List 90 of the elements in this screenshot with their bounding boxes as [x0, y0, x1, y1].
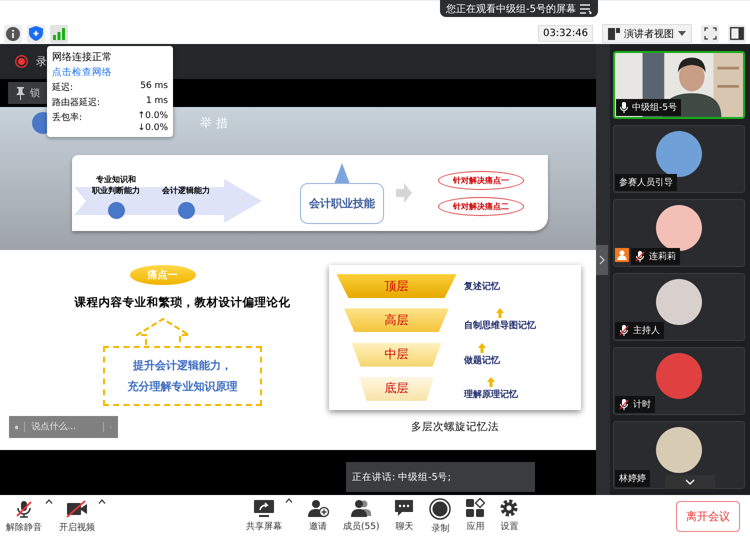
- toolbar-button[interactable]: 应用: [465, 498, 486, 532]
- caret-up-icon[interactable]: [98, 498, 106, 504]
- screen-share-icon: [252, 498, 276, 518]
- toolbar-button[interactable]: 设置: [499, 498, 520, 532]
- sidebar-toggle-button[interactable]: [728, 24, 746, 42]
- skill-box: 会计职业技能: [300, 182, 384, 224]
- avatar: [656, 131, 702, 177]
- participant-name: 林婷婷: [615, 470, 650, 487]
- microphone-muted-icon: [14, 498, 34, 518]
- avatar: [656, 427, 702, 473]
- caret-icon: [678, 31, 686, 36]
- info-button[interactable]: [4, 24, 22, 42]
- record-icon: [15, 55, 28, 68]
- statement-text: 课程内容专业和繁琐，教材设计偏理论化: [73, 295, 290, 310]
- participant-tile[interactable]: 计时: [613, 347, 745, 415]
- pyramid-layer: 底层: [359, 376, 434, 401]
- figure-caption: 多层次螺旋记忆法: [411, 420, 499, 434]
- fullscreen-button[interactable]: [701, 24, 719, 42]
- add-person-icon: [307, 498, 329, 518]
- stat-value: ↓0.0%: [138, 123, 168, 133]
- measure-text: 提升会计逻辑能力，: [133, 358, 232, 373]
- lock-button[interactable]: 锁: [8, 82, 48, 104]
- leave-meeting-button[interactable]: 离开会议: [676, 500, 740, 532]
- avatar: [656, 279, 702, 325]
- slide-title: 举 措: [200, 114, 228, 132]
- chevron-down-icon: [685, 479, 695, 485]
- measure-text: 充分理解专业知识原理: [128, 379, 238, 394]
- participant-name: 连莉莉: [631, 248, 680, 265]
- arrow-up-icon: [487, 376, 495, 387]
- caret-up-icon[interactable]: [285, 498, 293, 502]
- memory-note: 做题记忆: [464, 354, 500, 367]
- avatar: [656, 205, 702, 251]
- arrow-up-icon: [478, 342, 486, 353]
- network-status: 网络连接正常: [52, 50, 113, 64]
- stat-label: 丢包率:: [52, 112, 82, 125]
- result-oval: 针对解决痛点一: [438, 170, 524, 190]
- toolbar-button[interactable]: 成员(55): [343, 498, 380, 532]
- settings-icon: [499, 498, 520, 518]
- participant-tile[interactable]: 参赛人员引导: [613, 125, 745, 193]
- speaking-text: 正在讲话: 中级组-5号;: [352, 470, 451, 484]
- pyramid-layer: 高层: [344, 308, 449, 332]
- stat-label: 延迟:: [52, 82, 74, 94]
- arrow-up-icon: [496, 308, 504, 318]
- step-label: 专业知识和 职业判断能力: [92, 174, 140, 196]
- check-network-link[interactable]: 点击检查网络: [52, 66, 168, 79]
- caret-up-icon[interactable]: [45, 498, 53, 504]
- memory-note: 自制思维导图记忆: [464, 319, 536, 332]
- toolbar-button[interactable]: 开启视频: [59, 498, 95, 534]
- pyramid-layer: 顶层: [336, 274, 456, 298]
- stat-value: 1 ms: [146, 96, 168, 106]
- memory-note: 复述记忆: [464, 280, 500, 293]
- participant-name: 参赛人员引导: [615, 174, 677, 191]
- arrow-right-icon: [396, 183, 412, 203]
- pain-point-badge: 痛点一: [130, 265, 196, 285]
- participant-tile[interactable]: 中级组-5号: [613, 51, 745, 119]
- chat-icon: [393, 498, 416, 518]
- pin-icon: [16, 86, 25, 100]
- layout-icon: [608, 28, 620, 40]
- memory-note: 理解原理记忆: [464, 388, 518, 401]
- record-icon: [429, 498, 452, 520]
- apps-icon: [465, 498, 486, 518]
- step-label: 会计逻辑能力: [162, 184, 210, 196]
- security-button[interactable]: [27, 24, 45, 42]
- recording-label: 录: [36, 54, 47, 69]
- stat-value: 56 ms: [140, 81, 168, 91]
- meeting-timer: 03:32:46: [538, 25, 593, 42]
- list-icon[interactable]: [580, 4, 592, 14]
- participant-tile[interactable]: 林婷婷: [613, 421, 745, 489]
- toolbar-button[interactable]: 录制: [429, 498, 452, 534]
- toolbar-button[interactable]: 解除静音: [6, 498, 42, 534]
- participant-tile[interactable]: 主持人: [613, 273, 745, 341]
- people-icon: [350, 498, 372, 518]
- collapse-handle[interactable]: [596, 244, 608, 274]
- avatar: [656, 353, 702, 399]
- toolbar-button[interactable]: 邀请: [307, 498, 329, 532]
- camera-muted-icon: [65, 498, 89, 518]
- scroll-down-button[interactable]: [665, 475, 715, 489]
- toolbar-button[interactable]: 共享屏幕: [246, 498, 282, 532]
- stat-value: ↑0.0%: [138, 111, 168, 121]
- participant-name: 中级组-5号: [616, 99, 681, 116]
- toolbar-button[interactable]: 聊天: [393, 498, 416, 532]
- result-oval: 针对解决痛点二: [438, 196, 524, 216]
- participant-name: 计时: [615, 396, 655, 413]
- stat-label: 路由器延迟:: [52, 96, 100, 109]
- banner-text: 您正在观看中级组-5号的屏幕: [446, 2, 576, 16]
- network-signal-button[interactable]: [50, 24, 68, 42]
- participant-tile[interactable]: 连莉莉: [613, 199, 745, 267]
- pyramid-layer: 中层: [352, 342, 442, 367]
- participant-name: 主持人: [615, 322, 664, 339]
- view-dropdown[interactable]: 演讲者视图: [602, 24, 692, 43]
